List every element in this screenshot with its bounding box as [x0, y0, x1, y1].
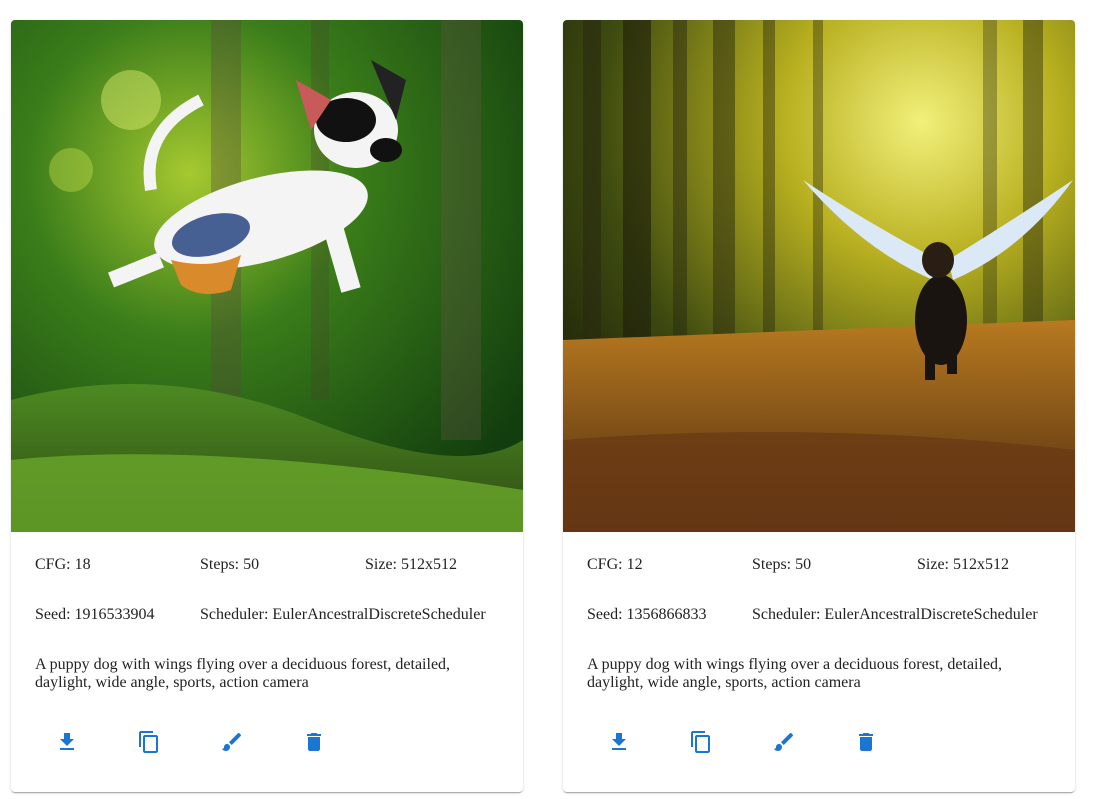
edit-button[interactable]: [210, 720, 254, 764]
brush-icon: [222, 732, 242, 751]
seed-value: Seed: 1356866833: [587, 606, 707, 623]
size-value: Size: 512x512: [365, 556, 457, 573]
delete-icon: [859, 733, 873, 751]
download-button[interactable]: [45, 720, 89, 764]
generated-image[interactable]: [563, 20, 1075, 532]
steps-value: Steps: 50: [200, 556, 260, 573]
image-card: CFG: 12 Steps: 50 Size: 512x512 Seed: 13…: [563, 20, 1075, 792]
image-card: CFG: 18 Steps: 50 Size: 512x512 Seed: 19…: [11, 20, 523, 792]
download-icon: [612, 733, 626, 750]
download-button[interactable]: [597, 720, 641, 764]
copy-button[interactable]: [679, 720, 723, 764]
delete-button[interactable]: [844, 720, 888, 764]
delete-button[interactable]: [292, 720, 336, 764]
cfg-value: CFG: 12: [587, 556, 643, 573]
seed-value: Seed: 1916533904: [35, 606, 155, 623]
scheduler-value: Scheduler: EulerAncestralDiscreteSchedul…: [200, 606, 486, 623]
size-value: Size: 512x512: [917, 556, 1009, 573]
steps-value: Steps: 50: [752, 556, 812, 573]
download-icon: [60, 733, 74, 750]
copy-icon: [139, 731, 158, 753]
generated-image[interactable]: [11, 20, 523, 532]
prompt-text: A puppy dog with wings flying over a dec…: [35, 656, 451, 691]
cfg-value: CFG: 18: [35, 556, 91, 573]
card-actions: [11, 720, 523, 764]
edit-button[interactable]: [762, 720, 806, 764]
brush-icon: [774, 732, 794, 751]
prompt-text: A puppy dog with wings flying over a dec…: [587, 656, 1003, 691]
scheduler-value: Scheduler: EulerAncestralDiscreteSchedul…: [752, 606, 1038, 623]
copy-icon: [691, 731, 710, 753]
delete-icon: [307, 733, 321, 751]
copy-button[interactable]: [127, 720, 171, 764]
card-actions: [563, 720, 1075, 764]
